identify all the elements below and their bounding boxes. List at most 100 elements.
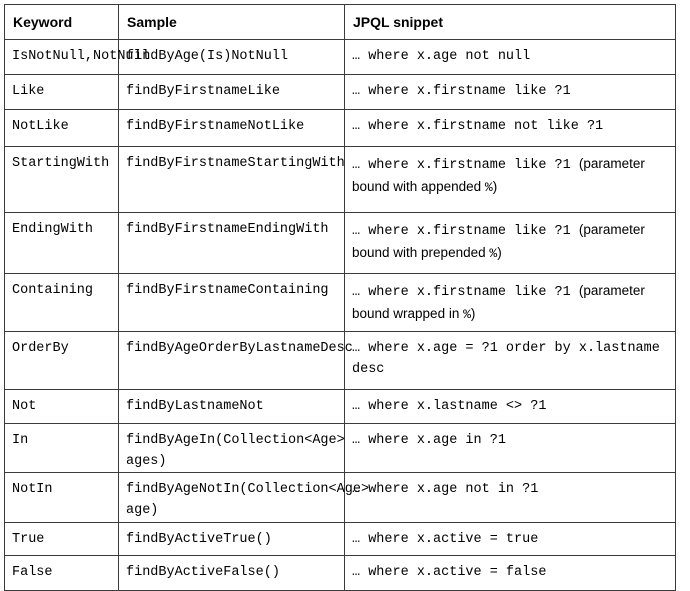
- jpql-body: where x.firstname like ?1: [360, 224, 579, 239]
- table-row: Like findByFirstnameLike … where x.first…: [5, 75, 676, 110]
- keyword-text: StartingWith: [5, 147, 118, 174]
- jpql-body: where x.lastname <> ?1: [360, 399, 546, 414]
- cell-jpql: … where x.age = ?1 order by x.lastname d…: [345, 332, 676, 390]
- keyword-text: Not: [5, 390, 118, 417]
- jpql-text: … where x.firstname like ?1 (parameter b…: [345, 147, 675, 199]
- jpql-body: where x.firstname like ?1: [360, 84, 571, 99]
- ellipsis-glyph: …: [352, 433, 360, 448]
- keyword-text: True: [5, 523, 118, 550]
- cell-sample: findByFirstnameStartingWith: [119, 147, 345, 213]
- keyword-text: NotLike: [5, 110, 118, 137]
- table-row: OrderBy findByAgeOrderByLastnameDesc … w…: [5, 332, 676, 390]
- cell-keyword: EndingWith: [5, 213, 119, 274]
- table-header-row: Keyword Sample JPQL snippet: [5, 5, 676, 40]
- ellipsis-glyph: …: [352, 285, 360, 300]
- cell-sample: findByActiveFalse(): [119, 556, 345, 591]
- jpql-body: where x.active = true: [360, 532, 538, 547]
- jpql-text: … where x.lastname <> ?1: [345, 390, 675, 417]
- table-row: EndingWith findByFirstnameEndingWith … w…: [5, 213, 676, 274]
- cell-sample: findByFirstnameEndingWith: [119, 213, 345, 274]
- jpql-body: where x.firstname like ?1: [360, 158, 579, 173]
- ellipsis-glyph: …: [352, 532, 360, 547]
- keyword-text: IsNotNull,NotNull: [5, 40, 118, 67]
- sample-text: findByAgeOrderByLastnameDesc: [119, 332, 344, 359]
- cell-jpql: … where x.active = false: [345, 556, 676, 591]
- jpql-body: where x.firstname like ?1: [360, 285, 579, 300]
- keyword-text: In: [5, 424, 118, 451]
- column-header-sample: Sample: [119, 5, 345, 40]
- jpql-body: where x.age in ?1: [360, 433, 506, 448]
- cell-keyword: In: [5, 424, 119, 473]
- cell-sample: findByActiveTrue(): [119, 523, 345, 556]
- jpql-text: … where x.firstname not like ?1: [345, 110, 675, 137]
- table-header: Keyword Sample JPQL snippet: [5, 5, 676, 40]
- cell-sample: findByAge(Is)NotNull: [119, 40, 345, 75]
- table-row: IsNotNull,NotNull findByAge(Is)NotNull ……: [5, 40, 676, 75]
- sample-text: findByFirstnameStartingWith: [119, 147, 344, 174]
- sample-text: findByAge(Is)NotNull: [119, 40, 344, 67]
- cell-jpql: … where x.firstname like ?1 (parameter b…: [345, 213, 676, 274]
- jpql-text: … where x.age = ?1 order by x.lastname d…: [345, 332, 675, 380]
- jpql-text: … where x.age not null: [345, 40, 675, 67]
- table-row: False findByActiveFalse() … where x.acti…: [5, 556, 676, 591]
- cell-jpql: … where x.lastname <> ?1: [345, 390, 676, 424]
- column-header-jpql-snippet: JPQL snippet: [345, 5, 676, 40]
- jpql-note-tail: ): [493, 179, 498, 194]
- cell-keyword: True: [5, 523, 119, 556]
- sample-text: findByAgeIn(Collection<Age> ages): [119, 424, 344, 472]
- ellipsis-glyph: …: [352, 119, 360, 134]
- sample-text: findByFirstnameContaining: [119, 274, 344, 301]
- ellipsis-glyph: …: [352, 158, 360, 173]
- cell-sample: findByLastnameNot: [119, 390, 345, 424]
- sample-text: findByFirstnameEndingWith: [119, 213, 344, 240]
- keyword-text: Like: [5, 75, 118, 102]
- jpql-text: … where x.firstname like ?1 (parameter b…: [345, 274, 675, 326]
- cell-jpql: … where x.firstname not like ?1: [345, 110, 676, 147]
- keyword-text: OrderBy: [5, 332, 118, 359]
- cell-keyword: False: [5, 556, 119, 591]
- cell-keyword: IsNotNull,NotNull: [5, 40, 119, 75]
- column-header-keyword-label: Keyword: [5, 5, 118, 30]
- ellipsis-glyph: …: [352, 565, 360, 580]
- cell-sample: findByAgeNotIn(Collection<Age> age): [119, 473, 345, 523]
- cell-keyword: NotIn: [5, 473, 119, 523]
- jpql-text: … where x.age in ?1: [345, 424, 675, 451]
- ellipsis-glyph: …: [352, 482, 360, 497]
- cell-sample: findByAgeOrderByLastnameDesc: [119, 332, 345, 390]
- ellipsis-glyph: …: [352, 224, 360, 239]
- cell-sample: findByFirstnameNotLike: [119, 110, 345, 147]
- sample-text: findByFirstnameNotLike: [119, 110, 344, 137]
- cell-jpql: … where x.age not in ?1: [345, 473, 676, 523]
- ellipsis-glyph: …: [352, 399, 360, 414]
- table-row: NotIn findByAgeNotIn(Collection<Age> age…: [5, 473, 676, 523]
- jpql-body: where x.age = ?1 order by x.lastname des…: [352, 341, 660, 377]
- sample-text: findByLastnameNot: [119, 390, 344, 417]
- cell-keyword: OrderBy: [5, 332, 119, 390]
- jpql-note-tail: ): [497, 245, 502, 260]
- cell-sample: findByAgeIn(Collection<Age> ages): [119, 424, 345, 473]
- cell-keyword: StartingWith: [5, 147, 119, 213]
- jpql-body: where x.age not in ?1: [360, 482, 538, 497]
- sample-text: findByAgeNotIn(Collection<Age> age): [119, 473, 344, 521]
- jpql-body: where x.firstname not like ?1: [360, 119, 603, 134]
- table-row: Not findByLastnameNot … where x.lastname…: [5, 390, 676, 424]
- ellipsis-glyph: …: [352, 49, 360, 64]
- jpql-body: where x.age not null: [360, 49, 530, 64]
- cell-keyword: Not: [5, 390, 119, 424]
- cell-jpql: … where x.age in ?1: [345, 424, 676, 473]
- table-body: IsNotNull,NotNull findByAge(Is)NotNull ……: [5, 40, 676, 591]
- sample-text: findByActiveFalse(): [119, 556, 344, 583]
- sample-text: findByActiveTrue(): [119, 523, 344, 550]
- cell-keyword: Containing: [5, 274, 119, 332]
- jpql-body: where x.active = false: [360, 565, 546, 580]
- keyword-text: Containing: [5, 274, 118, 301]
- keyword-text: False: [5, 556, 118, 583]
- jpql-text: … where x.age not in ?1: [345, 473, 675, 500]
- jpql-text: … where x.active = true: [345, 523, 675, 550]
- jpql-text: … where x.active = false: [345, 556, 675, 583]
- column-header-jpql-snippet-label: JPQL snippet: [345, 5, 675, 30]
- table-row: NotLike findByFirstnameNotLike … where x…: [5, 110, 676, 147]
- cell-sample: findByFirstnameLike: [119, 75, 345, 110]
- keyword-text: EndingWith: [5, 213, 118, 240]
- cell-jpql: … where x.firstname like ?1: [345, 75, 676, 110]
